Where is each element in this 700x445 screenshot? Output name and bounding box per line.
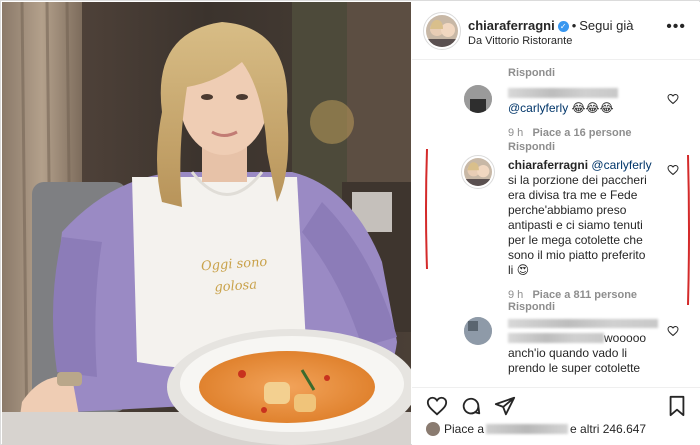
likes-suffix: e altri 246.647 bbox=[570, 422, 647, 436]
avatar[interactable] bbox=[426, 15, 458, 47]
liker-name-blurred[interactable] bbox=[486, 424, 569, 434]
post-location[interactable]: Da Vittorio Ristorante bbox=[468, 35, 572, 47]
instagram-post-window: Oggi sono golosa chiaraferragni ✓ • Segui g… bbox=[0, 0, 700, 445]
comment-line: li 😍 bbox=[508, 263, 530, 277]
comment-text: wooooo bbox=[604, 331, 647, 345]
post-photo[interactable]: Oggi sono golosa bbox=[2, 2, 411, 445]
comment-icon[interactable] bbox=[460, 395, 482, 417]
comment-meta: 9 h Piace a 811 persone bbox=[508, 289, 637, 301]
comment-username-blurred[interactable] bbox=[508, 319, 658, 328]
bib-embroidery: Oggi sono golosa bbox=[189, 251, 282, 301]
annotation-line-left bbox=[425, 149, 428, 269]
comment-avatar-blurred[interactable] bbox=[464, 317, 492, 345]
comment-mention[interactable]: @carlyferly bbox=[508, 101, 568, 115]
post-header: chiaraferragni ✓ • Segui già Da Vittorio Ri… bbox=[412, 2, 700, 60]
comments-list[interactable]: Rispondi @carlyferly 😂😂😂 9 h Piace a 16 … bbox=[412, 61, 700, 381]
separator-dot: • bbox=[571, 18, 577, 33]
post-username[interactable]: chiaraferragni bbox=[468, 18, 555, 33]
heart-icon[interactable] bbox=[667, 93, 679, 105]
comment-body: wooooo anch'io quando vado li prendo le … bbox=[508, 331, 678, 376]
annotation-line-right bbox=[687, 155, 690, 305]
post-side-panel: chiaraferragni ✓ • Segui già Da Vittorio Ri… bbox=[412, 2, 700, 445]
comment-time: 9 h bbox=[508, 127, 524, 139]
comment-line: perche'abbiamo preso bbox=[508, 203, 627, 217]
verified-badge-icon: ✓ bbox=[557, 21, 569, 32]
likes-summary[interactable]: Piace a e altri 246.647 bbox=[426, 422, 646, 436]
comment-likes[interactable]: Piace a 811 persone bbox=[532, 289, 637, 301]
comment-time: 9 h bbox=[508, 289, 524, 301]
comment-avatar-blurred[interactable] bbox=[464, 85, 492, 113]
comment-likes[interactable]: Piace a 16 persone bbox=[532, 127, 631, 139]
comment-username-blurred[interactable] bbox=[508, 88, 618, 98]
reply-button[interactable]: Rispondi bbox=[508, 141, 555, 153]
comment-body: chiaraferragni @carlyferly si la porzion… bbox=[508, 158, 678, 278]
heart-icon[interactable] bbox=[667, 164, 679, 176]
comment-line: si la porzione dei paccheri bbox=[508, 173, 647, 187]
comment-line: per le mega cotolette che bbox=[508, 233, 643, 247]
comment-line: prendo le super cotolette bbox=[508, 361, 641, 375]
likes-prefix: Piace a bbox=[444, 422, 485, 436]
heart-icon[interactable] bbox=[426, 395, 448, 417]
comment-avatar-image bbox=[464, 317, 492, 345]
comment-line: anch'io quando vado li bbox=[508, 346, 628, 360]
reply-button[interactable]: Rispondi bbox=[508, 301, 555, 313]
comment-text: 😂😂😂 bbox=[568, 101, 614, 115]
bookmark-icon[interactable] bbox=[666, 395, 688, 417]
comment-avatar-image bbox=[464, 158, 492, 186]
comment-username[interactable]: chiaraferragni bbox=[508, 158, 588, 172]
comment-body: @carlyferly 😂😂😂 bbox=[508, 101, 668, 116]
more-icon[interactable]: ••• bbox=[666, 19, 686, 35]
liker-avatar bbox=[426, 422, 440, 436]
comment-mention[interactable]: @carlyferly bbox=[591, 158, 651, 172]
post-header-line: chiaraferragni ✓ • Segui già bbox=[468, 18, 633, 33]
comment-line: era divisa tra me e Fede bbox=[508, 188, 638, 202]
reply-button[interactable]: Rispondi bbox=[508, 67, 555, 79]
share-icon[interactable] bbox=[494, 395, 516, 417]
photo-illustration bbox=[2, 2, 411, 445]
comment-line: antipasti e ci siamo tenuti bbox=[508, 218, 643, 232]
comment-avatar-image bbox=[464, 85, 492, 113]
comment-username-blurred[interactable] bbox=[508, 333, 604, 343]
follow-button[interactable]: Segui già bbox=[579, 18, 633, 33]
heart-icon[interactable] bbox=[667, 325, 679, 337]
action-bar bbox=[412, 387, 700, 419]
comment-line: sono il mio piatto preferito bbox=[508, 248, 646, 262]
avatar-image bbox=[426, 15, 458, 47]
comment-meta: 9 h Piace a 16 persone bbox=[508, 127, 632, 139]
comment-avatar[interactable] bbox=[464, 158, 492, 186]
